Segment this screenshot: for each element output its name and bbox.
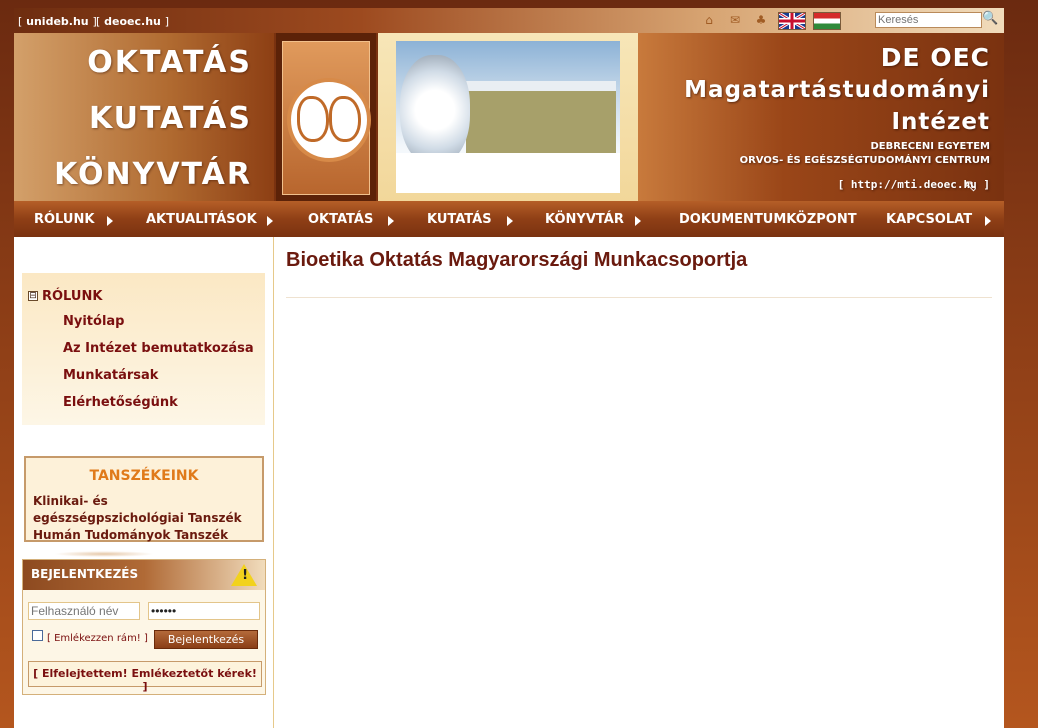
institute-logo bbox=[276, 33, 376, 201]
banner-photo-frame bbox=[378, 33, 638, 201]
collapse-minus-icon[interactable]: ⊟ bbox=[28, 291, 38, 301]
login-title: BEJELENTKEZÉS bbox=[31, 567, 139, 581]
departments-list[interactable]: Klinikai- és egészségpszichológiai Tansz… bbox=[33, 493, 259, 544]
left-sidebar: ⊟ RÓLUNK Nyitólap Az Intézet bemutatkozá… bbox=[14, 237, 274, 728]
login-header: BEJELENTKEZÉS ! bbox=[23, 560, 265, 590]
departments-box: TANSZÉKEINK Klinikai- és egészségpszicho… bbox=[24, 456, 264, 542]
mail-icon[interactable]: ✉ bbox=[728, 13, 742, 27]
forgot-password-box: [ Elfelejtettem! Emlékeztetőt kérek! ] bbox=[28, 661, 262, 693]
nav-arrow-icon bbox=[635, 216, 641, 226]
banner-word-oktatas: OKTATÁS bbox=[87, 45, 252, 80]
sidebar-item-munkatarsak[interactable]: Munkatársak bbox=[63, 368, 158, 383]
english-flag-icon[interactable] bbox=[778, 12, 806, 30]
nav-arrow-icon bbox=[985, 216, 991, 226]
banner-centre: ORVOS- ÉS EGÉSZSÉGTUDOMÁNYI CENTRUM bbox=[739, 155, 990, 166]
username-input[interactable] bbox=[28, 602, 140, 620]
sidebar-item-nyitolap[interactable]: Nyitólap bbox=[63, 314, 125, 329]
password-input[interactable] bbox=[148, 602, 260, 620]
forgot-password-link[interactable]: [ Elfelejtettem! Emlékeztetőt kérek! ] bbox=[29, 667, 261, 693]
remember-me-checkbox[interactable] bbox=[32, 630, 43, 641]
header-banner: OKTATÁS KUTATÁS KÖNYVTÁR DE OEC Magatart… bbox=[14, 33, 1004, 201]
main-content: Bioetika Oktatás Magyarországi Munkacsop… bbox=[274, 237, 1004, 728]
sidebar-menu-title[interactable]: RÓLUNK bbox=[42, 289, 102, 304]
nav-item-kapcsolat[interactable]: KAPCSOLAT bbox=[886, 212, 972, 227]
sidebar-menu: ⊟ RÓLUNK Nyitólap Az Intézet bemutatkozá… bbox=[22, 273, 265, 425]
nav-item-oktatas[interactable]: OKTATÁS bbox=[308, 212, 373, 227]
login-button[interactable]: Bejelentkezés bbox=[154, 630, 258, 649]
nav-item-dokumentumkozpont[interactable]: DOKUMENTUMKÖZPONT bbox=[679, 212, 857, 227]
nav-arrow-icon bbox=[507, 216, 513, 226]
login-box: BEJELENTKEZÉS ! [ Emlékezzen rám! ] Beje… bbox=[22, 559, 266, 695]
banner-org: DE OEC bbox=[880, 43, 990, 72]
sitemap-icon[interactable]: ♣ bbox=[754, 13, 768, 27]
nav-item-rolunk[interactable]: RÓLUNK bbox=[34, 212, 94, 227]
nav-item-kutatas[interactable]: KUTATÁS bbox=[427, 212, 492, 227]
home-icon[interactable]: ⌂ bbox=[702, 13, 716, 27]
nav-arrow-icon bbox=[267, 216, 273, 226]
deoec-link[interactable]: [ deoec.hu ] bbox=[96, 15, 169, 28]
banner-word-konyvtar: KÖNYVTÁR bbox=[54, 157, 252, 192]
nav-arrow-icon bbox=[107, 216, 113, 226]
nav-item-konyvtar[interactable]: KÖNYVTÁR bbox=[545, 212, 624, 227]
mouse-cursor-icon: ⬁ bbox=[964, 176, 978, 195]
banner-institute-name: Magatartástudományi bbox=[684, 77, 990, 103]
title-divider bbox=[286, 297, 992, 298]
page-title: Bioetika Oktatás Magyarországi Munkacsop… bbox=[286, 249, 748, 271]
banner-institute-word: Intézet bbox=[891, 109, 990, 135]
search-icon[interactable]: 🔍 bbox=[982, 11, 998, 27]
remember-me-label[interactable]: [ Emlékezzen rám! ] bbox=[47, 633, 148, 644]
banner-word-kutatas: KUTATÁS bbox=[88, 101, 252, 136]
sidebar-item-bemutatkozas[interactable]: Az Intézet bemutatkozása bbox=[63, 341, 254, 356]
unideb-link[interactable]: [ unideb.hu ] bbox=[18, 15, 97, 28]
main-navigation: RÓLUNK AKTUALITÁSOK OKTATÁS KUTATÁS KÖNY… bbox=[14, 201, 1004, 237]
banner-university: DEBRECENI EGYETEM bbox=[870, 141, 990, 152]
winter-building-photo bbox=[396, 41, 620, 193]
sidebar-item-elerhetosegunk[interactable]: Elérhetőségünk bbox=[63, 395, 178, 410]
warning-exclamation-icon: ! bbox=[242, 568, 248, 583]
hungarian-flag-icon[interactable] bbox=[813, 12, 841, 30]
search-input[interactable] bbox=[875, 12, 982, 28]
banner-left-panel: OKTATÁS KUTATÁS KÖNYVTÁR bbox=[14, 33, 274, 201]
top-utility-bar: [ unideb.hu ] [ deoec.hu ] ⌂ ✉ ♣ 🔍 bbox=[14, 8, 1004, 33]
page-wrapper: [ unideb.hu ] [ deoec.hu ] ⌂ ✉ ♣ 🔍 bbox=[14, 8, 1004, 728]
nav-arrow-icon bbox=[388, 216, 394, 226]
departments-title: TANSZÉKEINK bbox=[89, 468, 199, 484]
banner-right-panel: DE OEC Magatartástudományi Intézet DEBRE… bbox=[638, 33, 1004, 201]
logo-heads-icon bbox=[287, 78, 371, 162]
nav-item-aktualitasok[interactable]: AKTUALITÁSOK bbox=[146, 212, 257, 227]
